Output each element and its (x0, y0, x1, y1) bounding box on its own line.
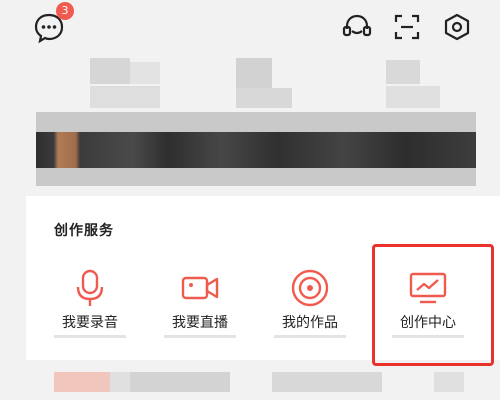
my-works-button[interactable]: 我的作品 (260, 262, 360, 352)
video-camera-icon (181, 276, 219, 300)
scan-button[interactable] (390, 10, 424, 44)
blurred-region (90, 86, 160, 108)
settings-hexagon-icon (444, 13, 470, 41)
profile-info-blurred[interactable] (36, 132, 476, 168)
label-underline (164, 335, 236, 338)
service-label: 我要录音 (62, 315, 118, 331)
blurred-region (54, 372, 110, 392)
service-label: 我的作品 (282, 315, 338, 331)
blurred-region (236, 58, 272, 88)
blurred-region (434, 372, 464, 392)
blurred-region (130, 62, 160, 84)
top-bar: 3 (0, 0, 500, 52)
label-underline (54, 335, 126, 338)
blurred-region (90, 58, 130, 84)
blurred-region (386, 60, 420, 84)
blurred-region (110, 372, 130, 392)
customer-service-button[interactable] (340, 10, 374, 44)
settings-button[interactable] (440, 10, 474, 44)
section-title: 创作服务 (54, 223, 114, 239)
scan-icon (394, 14, 420, 40)
highlight-annotation-box (372, 244, 494, 366)
blurred-region (386, 86, 440, 108)
start-live-button[interactable]: 我要直播 (150, 262, 250, 352)
message-count-badge: 3 (56, 2, 74, 20)
service-label: 我要直播 (172, 315, 228, 331)
blurred-region (272, 372, 382, 392)
blurred-region (236, 88, 292, 108)
disc-icon (291, 269, 329, 307)
label-underline (274, 335, 346, 338)
microphone-icon (76, 269, 104, 306)
headset-icon (342, 14, 372, 37)
blurred-region (130, 372, 230, 392)
record-audio-button[interactable]: 我要录音 (40, 262, 140, 352)
